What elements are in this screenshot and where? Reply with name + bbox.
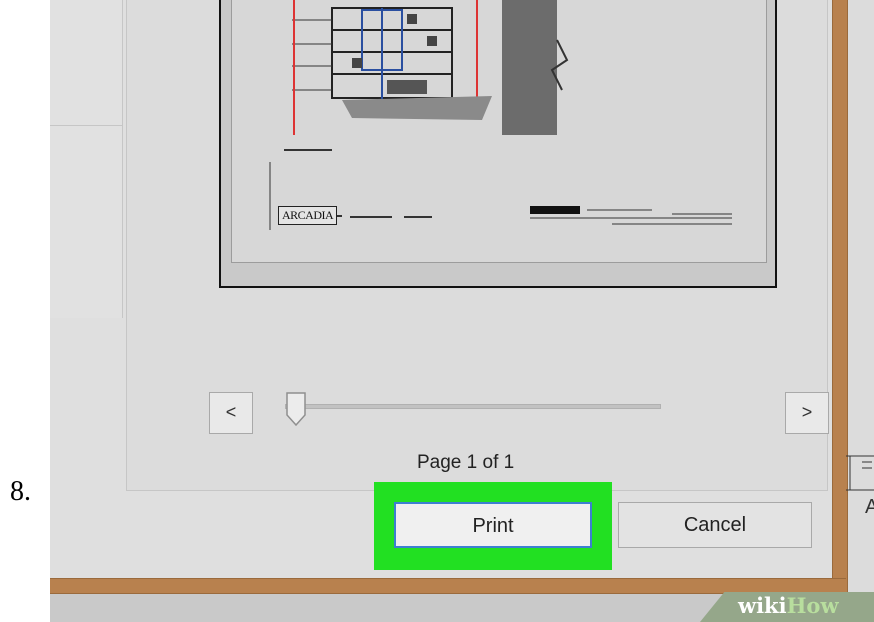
- print-button[interactable]: Print: [394, 502, 592, 548]
- print-preview-dialog: ARCADIA < > Page 1 of 1 Print Cancel: [50, 0, 832, 578]
- page-count-label: Page 1 of 1: [417, 452, 515, 473]
- print-preview-area: ARCADIA < > Page 1 of 1: [126, 0, 829, 491]
- building-section-drawing: [284, 0, 569, 151]
- page-slider-track[interactable]: [285, 404, 661, 409]
- preview-page: ARCADIA: [219, 0, 777, 288]
- previous-page-button[interactable]: <: [209, 392, 253, 434]
- cancel-button[interactable]: Cancel: [618, 502, 812, 548]
- settings-pane-divider: [50, 125, 122, 126]
- title-block-drawing: [269, 162, 732, 230]
- wikihow-how-text: How: [786, 593, 839, 618]
- wikihow-wiki-text: wiki: [738, 593, 787, 618]
- step-number: 8.: [10, 476, 31, 507]
- background-annotation-letter: A: [865, 496, 874, 518]
- page-slider-thumb[interactable]: [285, 391, 307, 427]
- next-page-button[interactable]: >: [785, 392, 829, 434]
- settings-pane: [50, 0, 123, 318]
- preview-page-content: ARCADIA: [231, 0, 767, 263]
- drawing-logo: ARCADIA: [278, 206, 338, 225]
- window-frame-bottom: [50, 578, 846, 594]
- wikihow-watermark: wikiHow: [738, 593, 839, 618]
- print-dialog-screenshot: ARCADIA < > Page 1 of 1 Print Cancel A w…: [50, 0, 874, 622]
